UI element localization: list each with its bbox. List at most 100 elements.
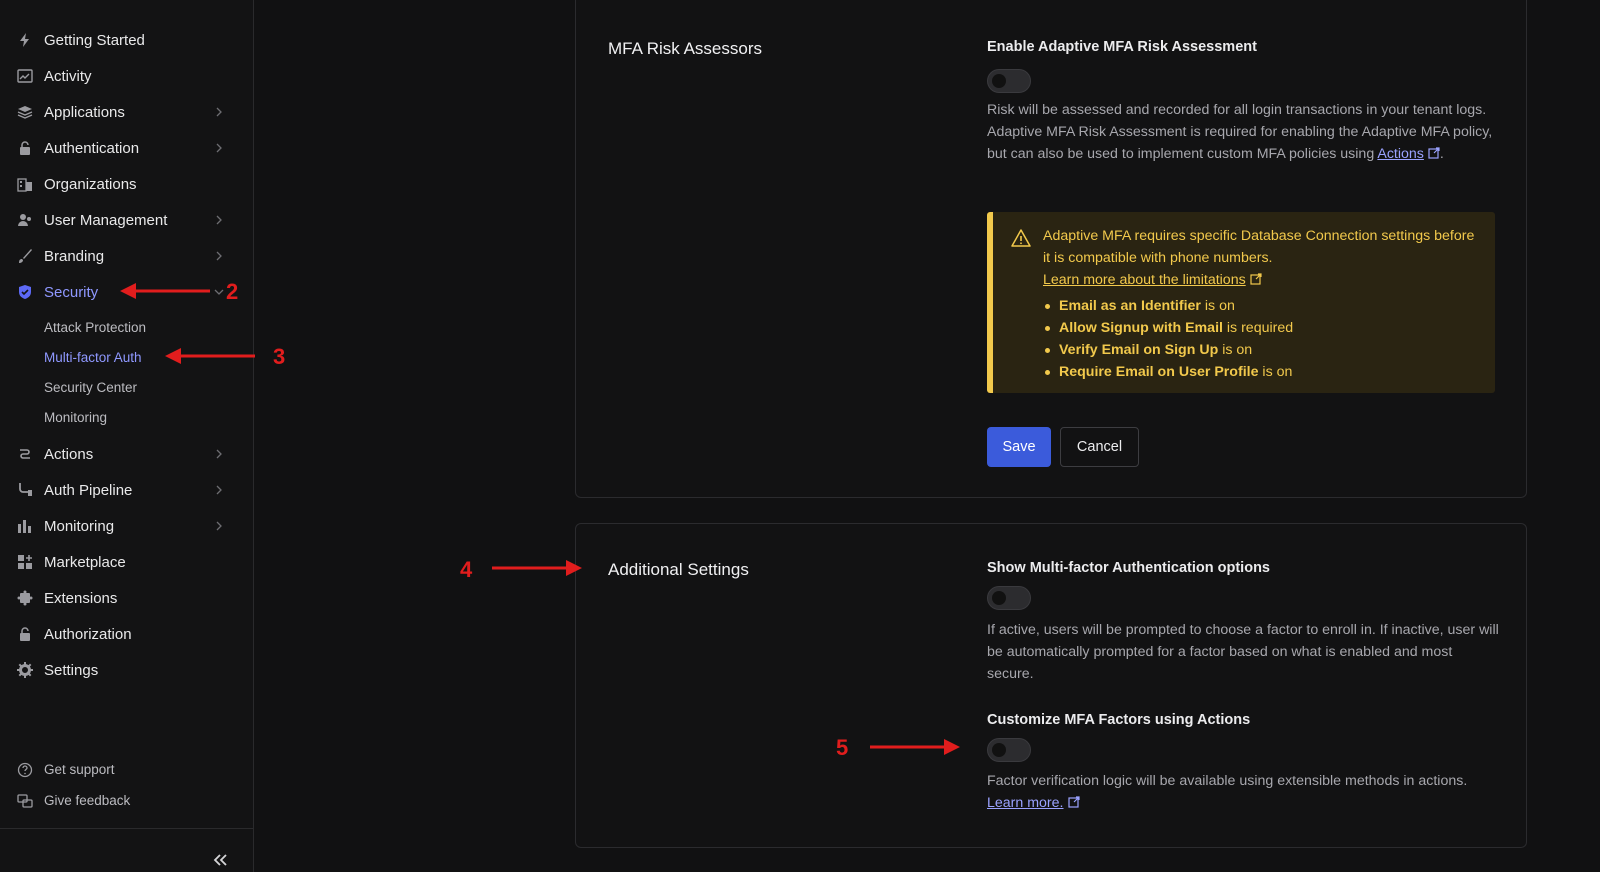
sidebar-item-label: Security bbox=[44, 283, 99, 301]
customize-mfa-factors-toggle[interactable] bbox=[987, 738, 1031, 762]
learn-more-link[interactable]: Learn more. bbox=[987, 795, 1080, 811]
sidebar-item-label: Monitoring bbox=[44, 517, 115, 535]
actions-link-text: Actions bbox=[1377, 146, 1424, 162]
sidebar-item-activity[interactable]: Activity bbox=[0, 58, 254, 94]
sidebar-item-auth-pipeline[interactable]: Auth Pipeline bbox=[0, 472, 254, 508]
chevron-right-icon bbox=[216, 215, 222, 225]
get-support-link[interactable]: Get support bbox=[0, 754, 254, 785]
annotation-arrow-2 bbox=[120, 283, 210, 299]
sidebar-item-settings[interactable]: Settings bbox=[0, 652, 254, 688]
sidebar-item-branding[interactable]: Branding bbox=[0, 238, 254, 274]
building-icon bbox=[16, 175, 34, 193]
cancel-button[interactable]: Cancel bbox=[1060, 427, 1139, 467]
security-submenu: Attack Protection Multi-factor Auth Secu… bbox=[0, 312, 254, 432]
lock-icon bbox=[16, 139, 34, 157]
requirements-list: Email as an Identifier is on Allow Signu… bbox=[1043, 295, 1483, 383]
grid-plus-icon bbox=[16, 553, 34, 571]
users-icon bbox=[16, 211, 34, 229]
adaptive-mfa-toggle-label: Enable Adaptive MFA Risk Assessment bbox=[987, 39, 1257, 55]
sidebar-item-authorization[interactable]: Authorization bbox=[0, 616, 254, 652]
external-link-icon bbox=[1067, 796, 1080, 808]
customize-desc-text: Factor verification logic will be availa… bbox=[987, 773, 1468, 789]
chevron-right-icon bbox=[216, 521, 222, 531]
get-support-label: Get support bbox=[44, 762, 115, 777]
learn-more-text: Learn more. bbox=[987, 795, 1064, 811]
requirement-rest: is on bbox=[1258, 364, 1293, 380]
chart-line-icon bbox=[16, 67, 34, 85]
annotation-arrow-3 bbox=[165, 348, 255, 364]
sidebar-item-label: Authentication bbox=[44, 139, 140, 157]
sidebar-item-organizations[interactable]: Organizations bbox=[0, 166, 254, 202]
requirement-bold: Verify Email on Sign Up bbox=[1059, 342, 1219, 358]
save-button[interactable]: Save bbox=[987, 427, 1051, 467]
mfa-risk-assessors-card: MFA Risk Assessors Enable Adaptive MFA R… bbox=[575, 0, 1527, 498]
layers-icon bbox=[16, 103, 34, 121]
sidebar-item-label: Activity bbox=[44, 67, 92, 85]
warning-alert: Adaptive MFA requires specific Database … bbox=[987, 212, 1495, 393]
requirement-bold: Allow Signup with Email bbox=[1059, 320, 1223, 336]
sidebar-item-label: Extensions bbox=[44, 589, 118, 607]
list-item: Verify Email on Sign Up is on bbox=[1043, 339, 1483, 361]
section-title: MFA Risk Assessors bbox=[608, 39, 762, 58]
sidebar-item-label: Actions bbox=[44, 445, 94, 463]
requirement-rest: is on bbox=[1218, 342, 1253, 358]
warning-triangle-icon bbox=[1011, 229, 1031, 247]
annotation-number-3: 3 bbox=[273, 344, 286, 369]
sidebar-item-label: Getting Started bbox=[44, 31, 145, 49]
feedback-icon bbox=[16, 792, 34, 810]
sidebar-item-extensions[interactable]: Extensions bbox=[0, 580, 254, 616]
sidebar-item-authentication[interactable]: Authentication bbox=[0, 130, 254, 166]
sidebar-subitem-attack-protection[interactable]: Attack Protection bbox=[0, 312, 254, 342]
adaptive-mfa-description: Risk will be assessed and recorded for a… bbox=[987, 99, 1502, 165]
chevron-right-icon bbox=[216, 251, 222, 261]
chevron-right-icon bbox=[216, 449, 222, 459]
show-mfa-options-label: Show Multi-factor Authentication options bbox=[987, 560, 1270, 576]
sidebar-item-marketplace[interactable]: Marketplace bbox=[0, 544, 254, 580]
chevron-right-icon bbox=[216, 485, 222, 495]
sidebar: Getting Started Activity Applications Au… bbox=[0, 0, 254, 872]
sidebar-item-monitoring[interactable]: Monitoring bbox=[0, 508, 254, 544]
sidebar-item-label: User Management bbox=[44, 211, 168, 229]
sidebar-item-label: Branding bbox=[44, 247, 105, 265]
brush-icon bbox=[16, 247, 34, 265]
chevron-down-icon bbox=[214, 289, 224, 295]
puzzle-icon bbox=[16, 589, 34, 607]
adaptive-mfa-toggle[interactable] bbox=[987, 69, 1031, 93]
sidebar-item-label: Auth Pipeline bbox=[44, 481, 133, 499]
sidebar-subitem-monitoring[interactable]: Monitoring bbox=[0, 402, 254, 432]
learn-more-limitations-link[interactable]: Learn more about the limitations bbox=[1043, 272, 1262, 288]
sidebar-item-getting-started[interactable]: Getting Started bbox=[0, 22, 254, 58]
annotation-number-5: 5 bbox=[836, 735, 849, 760]
actions-icon bbox=[16, 445, 34, 463]
collapse-sidebar-icon[interactable] bbox=[211, 852, 229, 868]
annotation-number-2: 2 bbox=[226, 279, 239, 304]
sidebar-item-label: Marketplace bbox=[44, 553, 126, 571]
shield-check-icon bbox=[16, 283, 34, 301]
alert-message: Adaptive MFA requires specific Database … bbox=[1043, 228, 1475, 266]
sidebar-item-user-management[interactable]: User Management bbox=[0, 202, 254, 238]
requirement-bold: Require Email on User Profile bbox=[1059, 364, 1259, 380]
external-link-icon bbox=[1428, 147, 1440, 159]
customize-mfa-factors-description: Factor verification logic will be availa… bbox=[987, 770, 1502, 814]
sidebar-item-label: Applications bbox=[44, 103, 125, 121]
chevron-right-icon bbox=[216, 107, 222, 117]
sidebar-item-label: Settings bbox=[44, 661, 99, 679]
alert-body: Adaptive MFA requires specific Database … bbox=[1043, 225, 1483, 383]
sidebar-item-label: Organizations bbox=[44, 175, 137, 193]
bar-chart-icon bbox=[16, 517, 34, 535]
actions-link[interactable]: Actions bbox=[1377, 146, 1440, 162]
show-mfa-options-description: If active, users will be prompted to cho… bbox=[987, 622, 1499, 682]
annotation-number-4: 4 bbox=[460, 557, 473, 582]
customize-mfa-factors-label: Customize MFA Factors using Actions bbox=[987, 712, 1251, 728]
sidebar-divider bbox=[0, 828, 254, 829]
requirement-rest: is on bbox=[1200, 298, 1235, 314]
lock-icon bbox=[16, 625, 34, 643]
sidebar-item-actions[interactable]: Actions bbox=[0, 436, 254, 472]
annotation-arrow-5 bbox=[870, 739, 960, 755]
show-mfa-options-toggle[interactable] bbox=[987, 586, 1031, 610]
lightning-icon bbox=[16, 31, 34, 49]
sidebar-subitem-security-center[interactable]: Security Center bbox=[0, 372, 254, 402]
sidebar-item-applications[interactable]: Applications bbox=[0, 94, 254, 130]
give-feedback-link[interactable]: Give feedback bbox=[0, 785, 254, 816]
give-feedback-label: Give feedback bbox=[44, 793, 131, 808]
